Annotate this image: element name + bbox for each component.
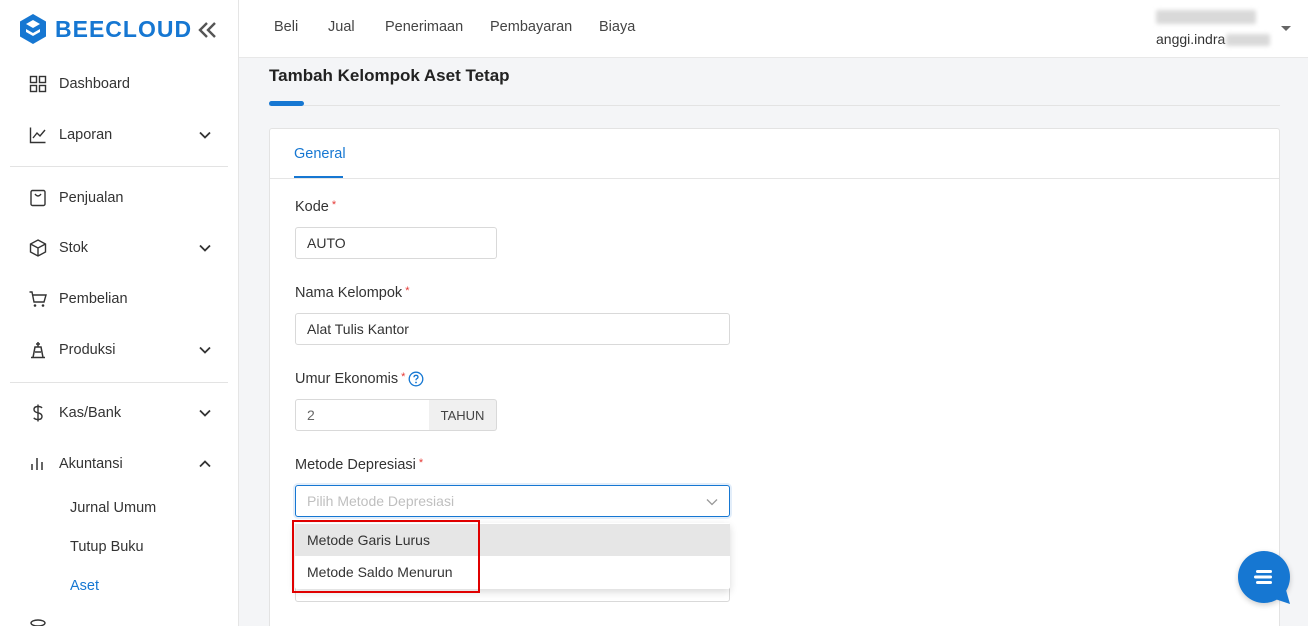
sidebar-item-pembelian[interactable]: Pembelian xyxy=(10,279,228,319)
chevron-down-icon xyxy=(199,131,211,139)
option-metode-garis-lurus[interactable]: Metode Garis Lurus xyxy=(295,524,730,556)
brand[interactable]: BEECLOUD xyxy=(18,12,192,46)
top-menu-jual[interactable]: Jual xyxy=(328,19,355,35)
sidebar-item-produksi[interactable]: Produksi xyxy=(10,330,228,370)
umur-ekonomis-unit: TAHUN xyxy=(429,399,497,431)
chat-bubble-tail-icon xyxy=(1268,590,1290,604)
dollar-icon xyxy=(33,404,43,422)
bar-chart-icon xyxy=(31,458,43,470)
sidebar-subitem-jurnal-umum[interactable]: Jurnal Umum xyxy=(70,500,156,516)
metode-depresiasi-dropdown: Metode Garis Lurus Metode Saldo Menurun xyxy=(295,523,730,589)
required-marker: * xyxy=(418,457,424,469)
question-circle-icon[interactable] xyxy=(408,371,424,387)
metode-depresiasi-label: Metode Depresiasi * xyxy=(295,457,423,473)
umur-ekonomis-label-text: Umur Ekonomis xyxy=(295,371,399,387)
top-header: Beli Jual Penerimaan Pembayaran Biaya an… xyxy=(239,0,1308,58)
sidebar-item-label: Kas/Bank xyxy=(59,405,122,421)
dashboard-grid-icon xyxy=(29,75,47,93)
sidebar-divider xyxy=(10,166,228,167)
sidebar: BEECLOUD Dashboard Laporan Penjualan Sto… xyxy=(0,0,239,626)
chevron-down-icon xyxy=(706,499,718,506)
metode-depresiasi-select[interactable]: Pilih Metode Depresiasi xyxy=(295,485,730,517)
title-divider xyxy=(269,105,1280,106)
sidebar-item-label: Akuntansi xyxy=(59,456,123,472)
user-email[interactable]: anggi.indra xyxy=(1156,31,1225,47)
sidebar-item-akuntansi[interactable]: Akuntansi xyxy=(10,444,228,484)
database-icon xyxy=(30,619,46,626)
sidebar-item-label: Produksi xyxy=(59,342,116,358)
chevron-down-icon xyxy=(199,346,211,354)
user-company-redacted xyxy=(1156,10,1256,24)
kode-input[interactable] xyxy=(295,227,497,259)
umur-ekonomis-label: Umur Ekonomis * xyxy=(295,371,405,387)
caret-down-icon[interactable] xyxy=(1279,24,1293,34)
shopping-bag-icon xyxy=(30,189,46,207)
chart-line-icon xyxy=(29,127,46,144)
kode-label-text: Kode xyxy=(295,199,329,215)
top-menu-beli[interactable]: Beli xyxy=(274,19,298,35)
sidebar-item-label: Dashboard xyxy=(59,76,130,92)
sidebar-item-kas-bank[interactable]: Kas/Bank xyxy=(10,393,228,433)
top-menu-pembayaran[interactable]: Pembayaran xyxy=(490,19,572,35)
title-accent-bar xyxy=(269,101,304,106)
sidebar-item-laporan[interactable]: Laporan xyxy=(10,115,228,155)
sidebar-divider xyxy=(10,382,228,383)
sidebar-item-label: Pembelian xyxy=(59,291,128,307)
select-placeholder: Pilih Metode Depresiasi xyxy=(307,493,455,509)
double-chevron-left-icon xyxy=(198,22,216,38)
required-marker: * xyxy=(331,199,337,211)
box-icon xyxy=(29,239,47,257)
sidebar-item-label: Stok xyxy=(59,240,89,256)
collapse-sidebar-button[interactable] xyxy=(194,18,220,42)
metode-depresiasi-label-text: Metode Depresiasi xyxy=(295,457,416,473)
beecloud-logo-icon xyxy=(20,14,46,44)
chevron-down-icon xyxy=(199,409,211,417)
page-title: Tambah Kelompok Aset Tetap xyxy=(269,66,510,85)
top-menu-penerimaan[interactable]: Penerimaan xyxy=(385,19,463,35)
tab-general[interactable]: General xyxy=(294,146,346,162)
sidebar-item-penjualan[interactable]: Penjualan xyxy=(10,178,228,218)
chevron-up-icon xyxy=(199,460,211,468)
top-menu-biaya[interactable]: Biaya xyxy=(599,19,635,35)
nama-kelompok-label: Nama Kelompok * xyxy=(295,285,409,301)
nama-kelompok-input[interactable] xyxy=(295,313,730,345)
cart-icon xyxy=(29,291,47,307)
sidebar-item-label: Penjualan xyxy=(59,190,124,206)
required-marker: * xyxy=(405,285,410,297)
sidebar-item-dashboard[interactable]: Dashboard xyxy=(10,64,228,104)
required-marker: * xyxy=(401,371,406,383)
factory-icon xyxy=(31,342,45,359)
nama-kelompok-label-text: Nama Kelompok xyxy=(295,285,403,301)
sidebar-subitem-aset[interactable]: Aset xyxy=(70,578,99,594)
option-metode-saldo-menurun[interactable]: Metode Saldo Menurun xyxy=(295,556,730,588)
sidebar-subitem-tutup-buku[interactable]: Tutup Buku xyxy=(70,539,144,555)
umur-ekonomis-input[interactable] xyxy=(295,399,430,431)
kode-label: Kode * xyxy=(295,199,336,215)
user-email-redacted xyxy=(1226,34,1270,46)
sidebar-item-label: Laporan xyxy=(59,127,113,143)
brand-name: BEECLOUD xyxy=(55,15,193,42)
tab-divider xyxy=(270,178,1279,179)
sidebar-item-stok[interactable]: Stok xyxy=(10,228,228,268)
chevron-down-icon xyxy=(199,244,211,252)
